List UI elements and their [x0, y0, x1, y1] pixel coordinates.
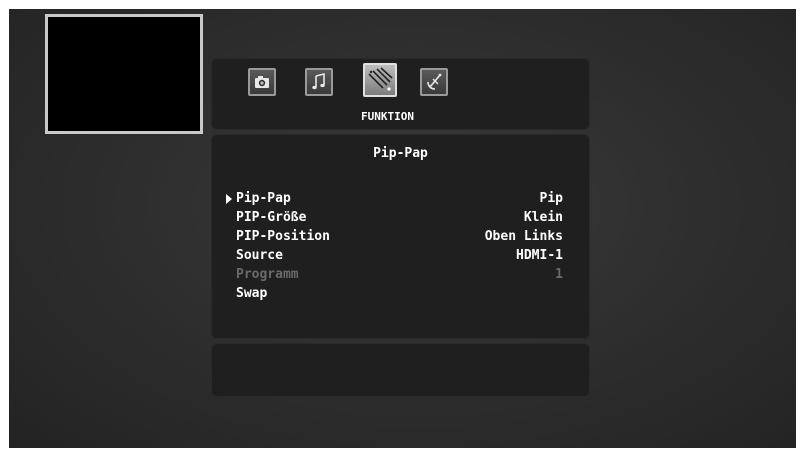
menu-item-label: Swap — [236, 286, 268, 301]
menu-item-pip-pap[interactable]: Pip-Pap Pip — [236, 191, 563, 210]
menu-item-pip-position[interactable]: PIP-Position Oben Links — [236, 229, 563, 248]
menu-item-value: 1 — [555, 267, 563, 282]
menu-item-programm: Programm 1 — [236, 267, 563, 286]
menu-item-label: PIP-Größe — [236, 210, 307, 225]
pip-preview-window — [45, 14, 203, 134]
menu-item-swap[interactable]: Swap — [236, 286, 563, 305]
menu-item-value: Pip — [539, 191, 563, 206]
function-icon[interactable] — [363, 63, 397, 97]
menu-item-value: HDMI-1 — [516, 248, 563, 263]
menu-item-value: Klein — [523, 210, 563, 225]
satellite-icon[interactable] — [420, 68, 448, 96]
info-panel — [211, 343, 590, 397]
menu-item-pip-size[interactable]: PIP-Größe Klein — [236, 210, 563, 229]
active-tab-label: FUNKTION — [361, 110, 414, 123]
camera-icon[interactable] — [248, 68, 276, 96]
selection-arrow-icon — [226, 194, 232, 204]
menu-item-value: Oben Links — [484, 229, 563, 244]
menu-item-label: Pip-Pap — [236, 191, 291, 206]
menu-item-source[interactable]: Source HDMI-1 — [236, 248, 563, 267]
music-note-icon[interactable] — [305, 68, 333, 96]
menu-item-label: Source — [236, 248, 283, 263]
menu-item-label: PIP-Position — [236, 229, 330, 244]
menu-item-label: Programm — [236, 267, 299, 282]
menu-title: Pip-Pap — [373, 146, 428, 161]
